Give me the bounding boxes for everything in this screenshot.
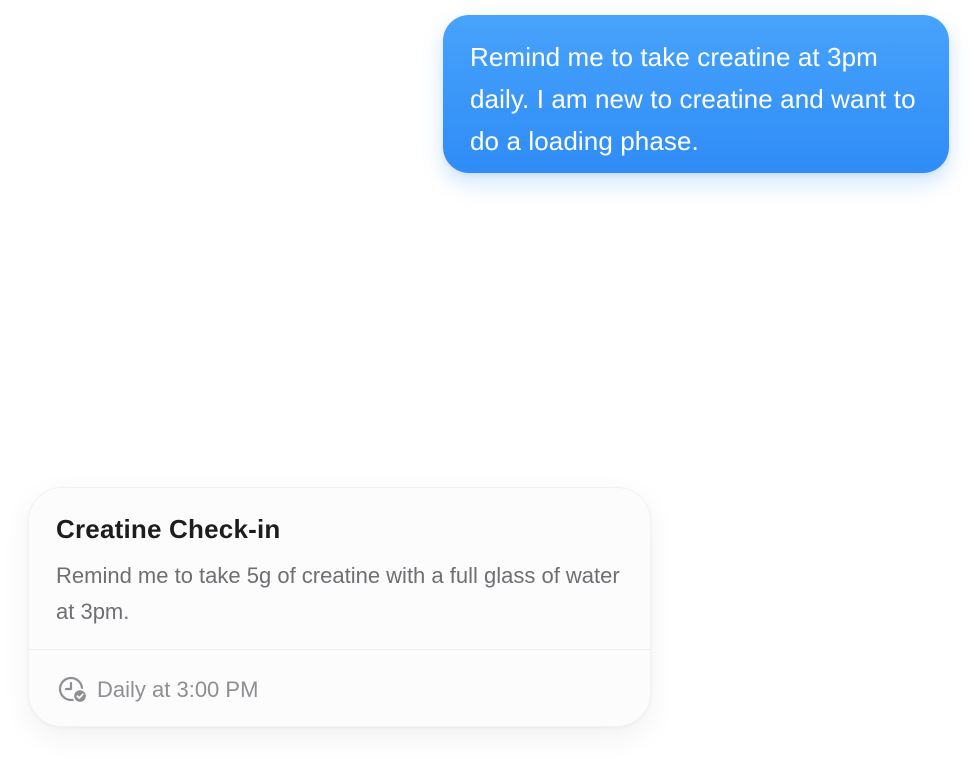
reminder-schedule: Daily at 3:00 PM (57, 674, 258, 706)
reminder-description: Remind me to take 5g of creatine with a … (56, 563, 620, 624)
card-divider (29, 649, 650, 650)
reminder-card[interactable]: Creatine Check-in Remind me to take 5g o… (28, 487, 651, 727)
schedule-text: Daily at 3:00 PM (97, 677, 259, 702)
user-message-bubble: Remind me to take creatine at 3pm daily.… (443, 15, 949, 173)
clock-check-icon (58, 676, 88, 704)
reminder-title: Creatine Check-in (56, 514, 281, 544)
user-message-text: Remind me to take creatine at 3pm daily.… (470, 42, 916, 156)
